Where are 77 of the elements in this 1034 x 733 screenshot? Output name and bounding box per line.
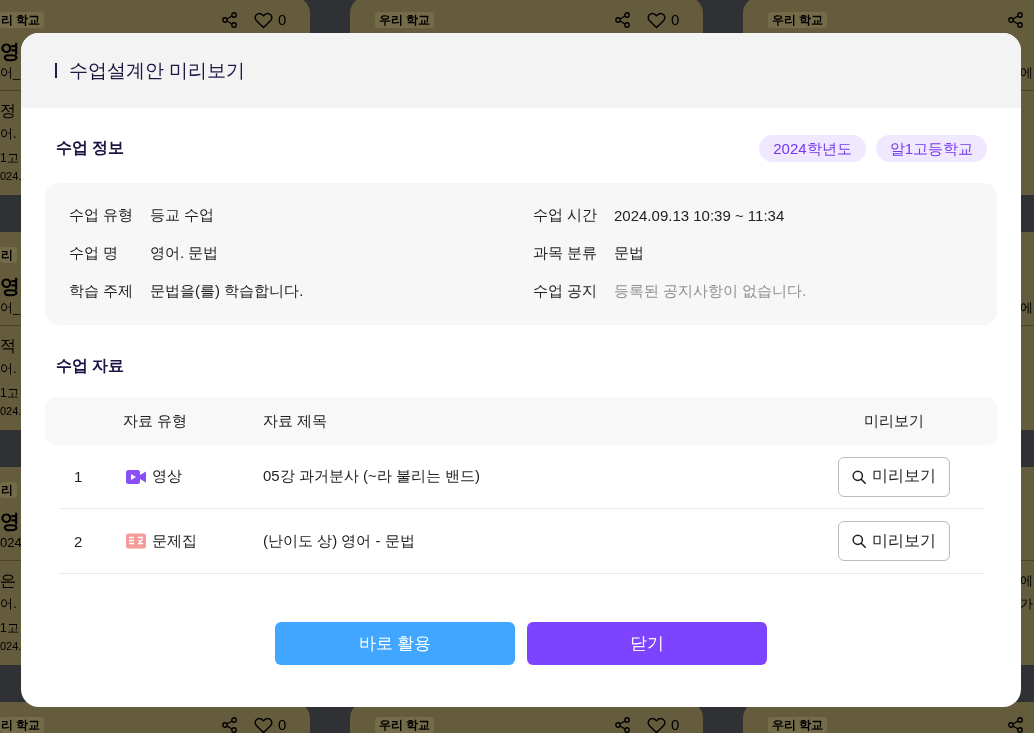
school-tag: 우리 학교 — [768, 12, 828, 28]
search-icon — [852, 469, 866, 484]
card-text: 024. — [0, 640, 22, 652]
heart-icon — [647, 11, 666, 29]
row-number: 2 — [74, 532, 83, 550]
section-heading: 수업 정보 — [56, 138, 125, 158]
card-title: 영 — [0, 275, 20, 297]
card-text: 1고 — [0, 621, 19, 635]
card-subtitle: 에 — [1020, 65, 1033, 80]
field-value: 2024.09.13 10:39 ~ 11:34 — [614, 206, 785, 224]
preview-button[interactable]: 미리보기 — [838, 521, 950, 561]
card-text: 에 — [1020, 573, 1033, 588]
school-tag: 우리 학교 — [768, 717, 828, 733]
card-text: 가 — [1020, 596, 1033, 611]
row-number: 1 — [74, 468, 83, 485]
heart-icon — [647, 716, 666, 733]
share-icon — [1008, 717, 1023, 733]
video-camera-icon — [126, 468, 146, 485]
card-subtitle: 024 — [0, 535, 22, 550]
modal-title: 수업설계안 미리보기 — [69, 58, 246, 83]
card-text: 어. — [0, 126, 17, 141]
card-text: 정 — [0, 102, 16, 119]
card-subtitle: 어_ — [0, 300, 21, 315]
card-text: 1고 — [0, 151, 19, 165]
material-title: 05강 과거분사 (~라 불리는 밴드) — [263, 467, 481, 484]
share-icon — [222, 12, 237, 28]
field-value: 문법 — [614, 243, 644, 263]
card-text: 024. — [0, 170, 22, 182]
document-icon — [126, 533, 146, 549]
card-text: 적 — [0, 337, 16, 354]
card-text: 어. — [0, 361, 17, 376]
info-badge: 알1고등학교 — [875, 135, 987, 162]
card-text: 어. — [0, 596, 17, 611]
section-heading: 수업 자료 — [56, 356, 125, 376]
card-text: 은 — [0, 572, 16, 589]
field-label: 학습 주제 — [69, 281, 135, 301]
field-value: 영어. 문법 — [150, 243, 219, 263]
close-button[interactable]: 닫기 — [527, 622, 767, 665]
heart-icon — [254, 11, 273, 29]
column-header: 자료 제목 — [263, 411, 328, 429]
like-count: 0 — [278, 717, 287, 733]
field-value: 등교 수업 — [150, 205, 215, 225]
info-badge: 2024학년도 — [759, 135, 866, 162]
card-text: 1고 — [0, 386, 19, 400]
column-header: 자료 유형 — [123, 411, 188, 429]
school-tag: 리 학교 — [0, 717, 45, 733]
column-header: 미리보기 — [864, 411, 924, 429]
material-type: 문제집 — [152, 531, 197, 551]
card-title: 영 — [0, 510, 20, 532]
search-icon — [852, 534, 866, 548]
school-tag: 우리 학교 — [375, 12, 435, 28]
field-value: 등록된 공지사항이 없습니다. — [614, 281, 807, 301]
preview-button[interactable]: 미리보기 — [838, 456, 950, 497]
field-label: 수업 명 — [69, 243, 120, 263]
material-type: 영상 — [152, 467, 182, 486]
field-label: 수업 유형 — [69, 205, 135, 225]
share-icon — [615, 12, 630, 28]
share-icon — [222, 717, 237, 733]
card-subtitle: 에 — [1020, 300, 1033, 315]
school-tag: 리 학교 — [0, 12, 45, 28]
school-tag: 우리 학교 — [375, 717, 435, 733]
card-text: 024. — [0, 405, 22, 417]
school-tag: 리 — [0, 247, 17, 263]
heart-icon — [254, 716, 273, 733]
share-icon — [1008, 12, 1023, 28]
school-tag: 리 — [0, 482, 17, 498]
field-label: 과목 분류 — [533, 243, 599, 263]
field-label: 수업 공지 — [533, 281, 599, 301]
like-count: 0 — [278, 12, 287, 28]
material-title: (난이도 상) 영어 - 문법 — [263, 531, 415, 549]
field-value: 문법을(를) 학습합니다. — [150, 281, 304, 301]
like-count: 0 — [671, 717, 680, 733]
like-count: 0 — [671, 12, 680, 28]
field-label: 수업 시간 — [533, 205, 599, 225]
card-title: 영 — [0, 40, 20, 62]
card-subtitle: 어_ — [0, 65, 21, 80]
share-icon — [615, 717, 630, 733]
